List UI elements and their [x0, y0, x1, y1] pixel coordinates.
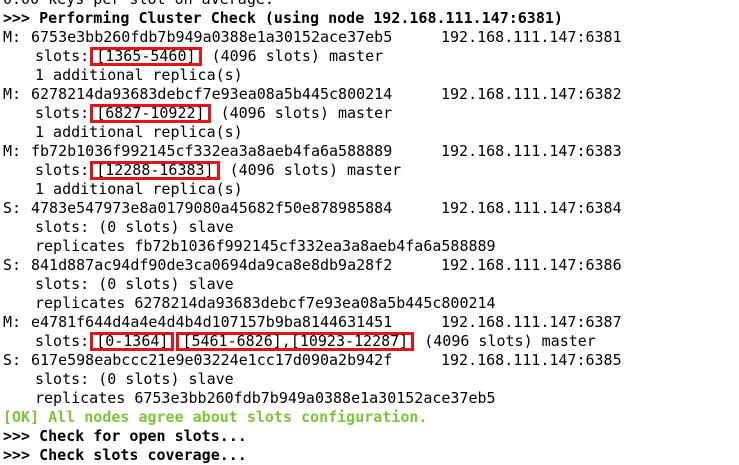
- slots-line-s3: slots: (0 slots) slave: [35, 370, 234, 388]
- slot-range-highlight: [12288-16383]: [90, 161, 220, 180]
- output-line: 0.00 keys per slot on average.: [3, 0, 739, 9]
- slot-range-highlight: [1365-5460]: [90, 47, 202, 66]
- ok-status-line: [OK] All nodes agree about slots configu…: [3, 408, 428, 426]
- node-role-tag: M:: [3, 142, 22, 160]
- node-id: 617e598eabccc21e9e03224e1cc17d090a2b942f: [31, 351, 393, 369]
- replicates-line-s1: replicates fb72b1036f992145cf332ea3a8aeb…: [35, 237, 496, 255]
- slots-line-s2: slots: (0 slots) slave: [35, 275, 234, 293]
- node-id: 4783e547973e8a0179080a45682f50e878985884: [31, 199, 393, 217]
- node-address: 192.168.111.147:6381: [441, 28, 622, 46]
- slots-info: (4096 slots) master: [220, 104, 393, 122]
- node-line-s1: S: 4783e547973e8a0179080a45682f50e8789858…: [3, 199, 739, 218]
- node-id: 6278214da93683debcf7e93ea08a5b445c800214: [31, 85, 393, 103]
- node-role-tag: S:: [3, 351, 22, 369]
- node-line-s2: S: 841d887ac94df90de3ca0694da9ca8e8db9a28…: [3, 256, 739, 275]
- replica-line-m1: 1 additional replica(s): [35, 66, 243, 84]
- node-line-m2: M: 6278214da93683debcf7e93ea08a5b445c8002…: [3, 85, 739, 104]
- open-slots-check: >>> Check for open slots...: [3, 427, 247, 445]
- slots-label: slots:: [35, 47, 90, 65]
- node-id: fb72b1036f992145cf332ea3a8aeb4fa6a588889: [31, 142, 393, 160]
- slot-range-highlight: [5461-6826],[10923-12287]: [176, 332, 415, 351]
- node-id: e4781f644d4a4e4d4b4d107157b9ba8144631451: [31, 313, 393, 331]
- node-address: 192.168.111.147:6382: [441, 85, 622, 103]
- slots-line-m3: slots: [12288-16383] (4096 slots) master: [3, 161, 739, 180]
- node-address: 192.168.111.147:6383: [441, 142, 622, 160]
- replica-line-m2: 1 additional replica(s): [35, 123, 243, 141]
- slots-info: (4096 slots) master: [229, 161, 402, 179]
- slots-label: slots:: [35, 104, 90, 122]
- slots-line-s1: slots: (0 slots) slave: [35, 218, 234, 236]
- slots-line-m4: slots: [0-1364] [5461-6826],[10923-12287] …: [3, 332, 739, 351]
- slots-label: slots:: [35, 161, 90, 179]
- replicates-line-s3: replicates 6753e3bb260fdb7b949a0388e1a30…: [35, 389, 496, 407]
- node-line-m3: M: fb72b1036f992145cf332ea3a8aeb4fa6a5888…: [3, 142, 739, 161]
- terminal-output: 0.00 keys per slot on average. >>> Perfo…: [3, 0, 739, 465]
- slot-range-highlight: [6827-10922]: [90, 104, 211, 123]
- node-address: 192.168.111.147:6386: [441, 256, 622, 274]
- node-address: 192.168.111.147:6384: [441, 199, 622, 217]
- node-line-s3: S: 617e598eabccc21e9e03224e1cc17d090a2b94…: [3, 351, 739, 370]
- replica-line-m3: 1 additional replica(s): [35, 180, 243, 198]
- node-role-tag: M:: [3, 313, 22, 331]
- slots-label: slots:: [35, 332, 90, 350]
- node-role-tag: S:: [3, 199, 22, 217]
- node-address: 192.168.111.147:6387: [441, 313, 622, 331]
- slots-info: (4096 slots) master: [211, 47, 384, 65]
- node-line-m4: M: e4781f644d4a4e4d4b4d107157b9ba81446314…: [3, 313, 739, 332]
- node-role-tag: S:: [3, 256, 22, 274]
- slots-line-m1: slots: [1365-5460] (4096 slots) master: [3, 47, 739, 66]
- slot-range-highlight: [0-1364]: [90, 332, 175, 351]
- replicates-line-s2: replicates 6278214da93683debcf7e93ea08a5…: [35, 294, 496, 312]
- slots-line-m2: slots: [6827-10922] (4096 slots) master: [3, 104, 739, 123]
- node-line-m1: M: 6753e3bb260fdb7b949a0388e1a30152ace37e…: [3, 28, 739, 47]
- cluster-check-header: >>> Performing Cluster Check (using node…: [3, 9, 563, 27]
- node-role-tag: M:: [3, 28, 22, 46]
- node-address: 192.168.111.147:6385: [441, 351, 622, 369]
- node-id: 6753e3bb260fdb7b949a0388e1a30152ace37eb5: [31, 28, 393, 46]
- node-role-tag: M:: [3, 85, 22, 103]
- slots-info: (4096 slots) master: [424, 332, 596, 350]
- node-id: 841d887ac94df90de3ca0694da9ca8e8db9a28f2: [31, 256, 393, 274]
